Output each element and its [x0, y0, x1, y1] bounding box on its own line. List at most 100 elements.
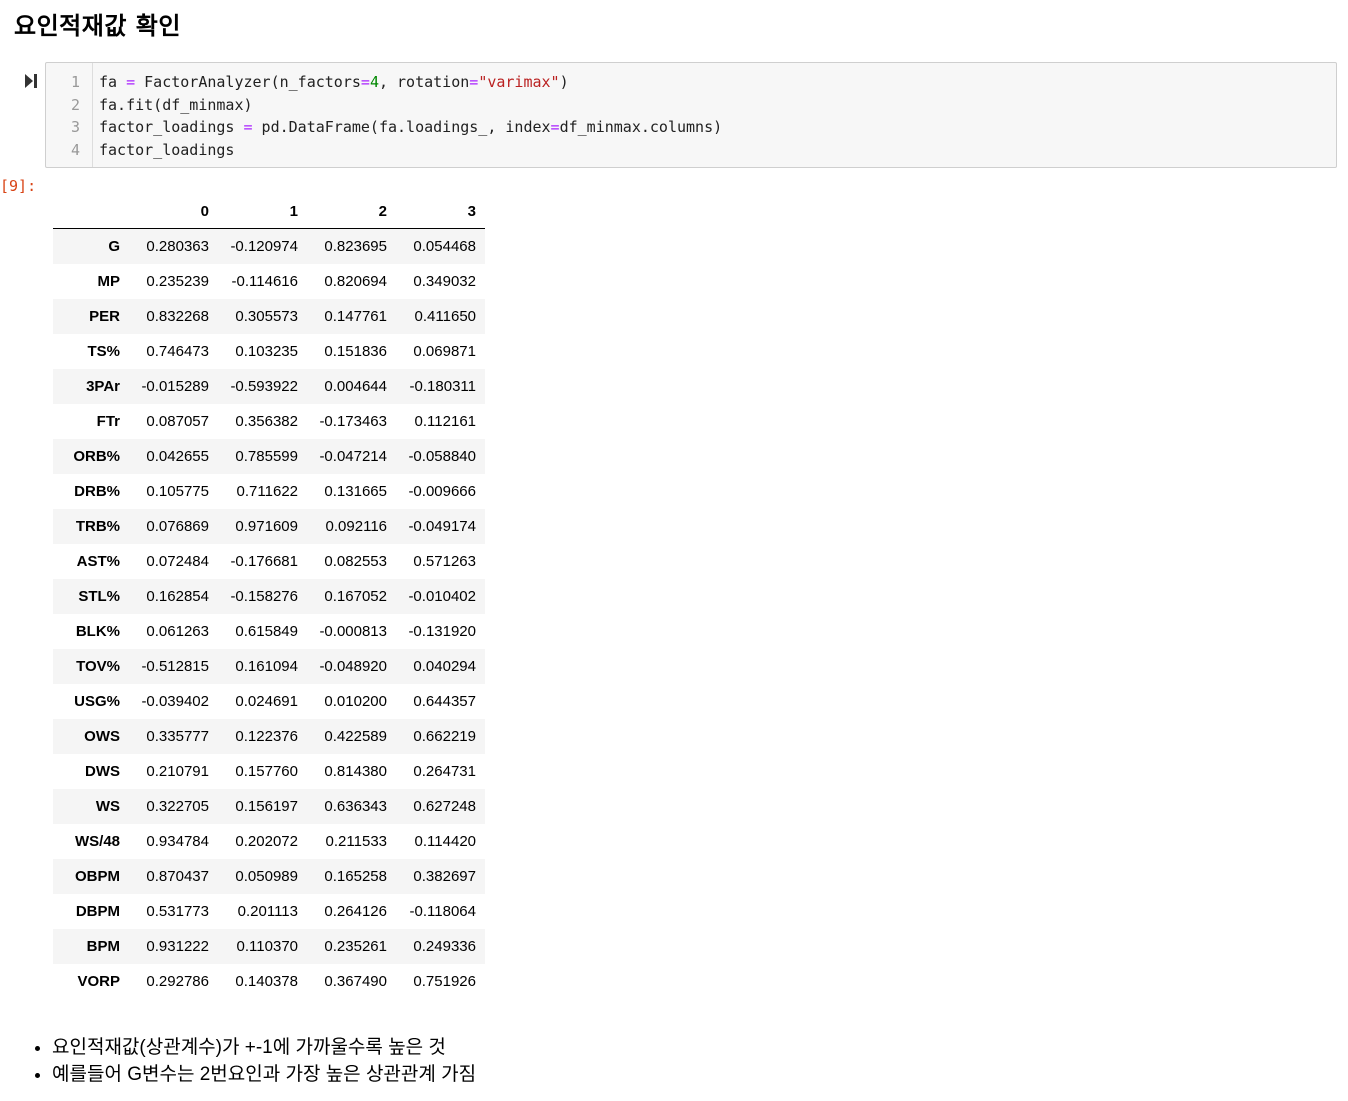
- code-token: 4: [369, 73, 379, 91]
- table-cell: 0.931222: [146, 938, 209, 955]
- code-token: factor_loadings: [99, 118, 244, 136]
- table-cell: 0.615849: [235, 623, 298, 640]
- row-index-label: TRB%: [75, 518, 120, 535]
- row-index-label: DWS: [85, 763, 120, 780]
- table-row: AST% 0.072484 -0.176681 0.082553 0.571263: [53, 544, 485, 579]
- code-text: factor_loadings = pd.DataFrame(fa.loadin…: [99, 116, 722, 138]
- table-cell: 0.335777: [146, 728, 209, 745]
- line-number: 2: [70, 96, 80, 114]
- table-row: MP 0.235239 -0.114616 0.820694 0.349032: [53, 264, 485, 299]
- table-cell: 0.322705: [146, 798, 209, 815]
- table-cell: 0.157760: [235, 763, 298, 780]
- table-cell: 0.161094: [235, 658, 298, 675]
- table-cell: 0.202072: [235, 833, 298, 850]
- table-cell: 0.870437: [146, 868, 209, 885]
- output-prompt: [9]:: [0, 177, 37, 195]
- table-cell: -0.158276: [230, 588, 298, 605]
- code-token: =: [126, 73, 136, 91]
- row-index-label: ORB%: [73, 448, 120, 465]
- code-cell-input[interactable]: 1 fa = FactorAnalyzer(n_factors=4, rotati…: [45, 62, 1337, 168]
- table-cell: 0.264731: [413, 763, 476, 780]
- table-cell: 0.971609: [235, 518, 298, 535]
- table-cell: 0.082553: [324, 553, 387, 570]
- table-cell: 0.531773: [146, 903, 209, 920]
- factor-loadings-table: 0 1 2 3 G 0.280363 -0.120974 0.823695 0.0544…: [53, 195, 485, 999]
- code-token: =: [243, 118, 253, 136]
- table-row: BLK% 0.061263 0.615849 -0.000813 -0.131920: [53, 614, 485, 649]
- table-cell: 0.636343: [324, 798, 387, 815]
- table-row: TOV% -0.512815 0.161094 -0.048920 0.040294: [53, 649, 485, 684]
- table-cell: -0.131920: [408, 623, 476, 640]
- run-cell-icon[interactable]: [24, 73, 38, 89]
- table-row: USG% -0.039402 0.024691 0.010200 0.644357: [53, 684, 485, 719]
- code-line: 2 fa.fit(df_minmax): [46, 94, 1326, 116]
- row-index-label: 3PAr: [86, 378, 120, 395]
- row-index-label: MP: [97, 273, 121, 290]
- table-cell: -0.058840: [408, 448, 476, 465]
- row-index-label: DBPM: [75, 903, 120, 920]
- code-token: fa: [99, 73, 127, 91]
- table-row: OBPM 0.870437 0.050989 0.165258 0.382697: [53, 859, 485, 894]
- row-index-label: AST%: [76, 553, 120, 570]
- table-cell: 0.305573: [235, 308, 298, 325]
- table-row: 3PAr -0.015289 -0.593922 0.004644 -0.180311: [53, 369, 485, 404]
- code-token: factor_loadings: [99, 141, 235, 159]
- table-cell: -0.114616: [231, 273, 298, 290]
- row-index-label: G: [108, 238, 120, 255]
- table-row: TRB% 0.076869 0.971609 0.092116 -0.049174: [53, 509, 485, 544]
- table-cell: 0.264126: [324, 903, 387, 920]
- table-cell: 0.131665: [324, 483, 387, 500]
- table-cell: 0.050989: [235, 868, 298, 885]
- table-cell: 0.087057: [146, 413, 209, 430]
- row-index-label: STL%: [78, 588, 120, 605]
- table-row: FTr 0.087057 0.356382 -0.173463 0.112161: [53, 404, 485, 439]
- table-row: OWS 0.335777 0.122376 0.422589 0.662219: [53, 719, 485, 754]
- code-line: 1 fa = FactorAnalyzer(n_factors=4, rotati…: [46, 71, 1326, 93]
- table-cell: 0.156197: [235, 798, 298, 815]
- table-cell: 0.644357: [413, 693, 476, 710]
- code-token: , rotation: [378, 73, 470, 91]
- table-cell: 0.571263: [413, 553, 476, 570]
- table-cell: 0.151836: [324, 343, 387, 360]
- row-index-label: FTr: [96, 413, 120, 430]
- table-row: WS/48 0.934784 0.202072 0.211533 0.114420: [53, 824, 485, 859]
- index-header: [53, 195, 129, 229]
- table-cell: 0.147761: [324, 308, 387, 325]
- table-cell: 0.069871: [413, 343, 476, 360]
- code-text: fa.fit(df_minmax): [99, 94, 253, 116]
- code-text: fa = FactorAnalyzer(n_factors=4, rotatio…: [99, 71, 569, 93]
- code-token: =: [469, 73, 479, 91]
- column-header-1: 1: [218, 195, 307, 229]
- notes-list: 요인적재값(상관계수)가 +-1에 가까울수록 높은 것 예를들어 G변수는 2…: [32, 1034, 476, 1088]
- table-cell: 0.210791: [146, 763, 209, 780]
- row-index-label: BPM: [86, 938, 120, 955]
- table-row: STL% 0.162854 -0.158276 0.167052 -0.010402: [53, 579, 485, 614]
- table-cell: 0.356382: [235, 413, 298, 430]
- table-cell: 0.072484: [146, 553, 209, 570]
- table-row: PER 0.832268 0.305573 0.147761 0.411650: [53, 299, 485, 334]
- code-token: =: [550, 118, 560, 136]
- table-cell: 0.382697: [413, 868, 476, 885]
- section-heading: 요인적재값 확인: [14, 12, 181, 40]
- table-cell: -0.039402: [141, 693, 209, 710]
- table-cell: -0.593922: [230, 378, 298, 395]
- table-row: ORB% 0.042655 0.785599 -0.047214 -0.058840: [53, 439, 485, 474]
- table-body: G 0.280363 -0.120974 0.823695 0.054468 MP 0.23…: [53, 228, 485, 1000]
- table-row: G 0.280363 -0.120974 0.823695 0.054468: [53, 228, 485, 264]
- table-cell: -0.120974: [230, 238, 298, 255]
- row-index-label: WS: [95, 798, 120, 815]
- table-cell: 0.140378: [235, 973, 298, 990]
- table-cell: -0.009666: [408, 483, 476, 500]
- column-header-0: 0: [129, 195, 218, 229]
- table-cell: -0.049174: [408, 518, 476, 535]
- table-cell: 0.411650: [414, 308, 476, 325]
- table-cell: 0.004644: [324, 378, 387, 395]
- table-cell: 0.211533: [325, 833, 387, 850]
- table-cell: 0.112161: [414, 413, 476, 430]
- line-number: 3: [70, 118, 80, 136]
- table-cell: 0.249336: [413, 938, 476, 955]
- table-cell: 0.349032: [413, 273, 476, 290]
- table-cell: 0.061263: [146, 623, 209, 640]
- table-cell: 0.751926: [413, 973, 476, 990]
- table-cell: -0.173463: [319, 413, 387, 430]
